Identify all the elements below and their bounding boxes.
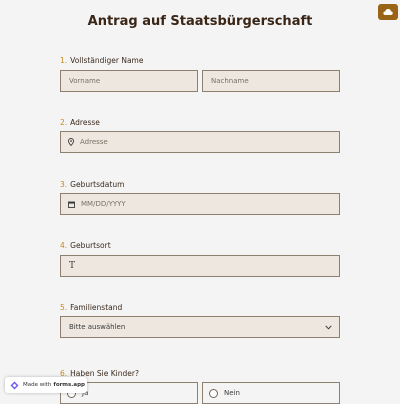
question-label-address: 2. Adresse (60, 118, 100, 127)
radio-option-no[interactable]: Nein (202, 382, 340, 404)
forms-app-logo-icon (10, 381, 19, 390)
question-label-marital-status: 5. Familienstand (60, 303, 123, 312)
question-label-birthdate: 3. Geburtsdatum (60, 180, 125, 189)
radio-circle-icon[interactable] (209, 388, 218, 398)
birthplace-input[interactable]: T (60, 255, 340, 277)
question-label-birthplace: 4. Geburtsort (60, 241, 111, 250)
calendar-icon (68, 201, 75, 208)
marital-status-select[interactable]: Bitte auswählen (60, 316, 340, 338)
address-input[interactable]: Adresse (60, 131, 340, 153)
made-with-badge[interactable]: Made with forms.app (5, 377, 87, 393)
birthdate-input[interactable]: MM/DD/YYYY (60, 193, 340, 215)
page-title: Antrag auf Staatsbürgerschaft (87, 14, 313, 29)
last-name-input[interactable]: Nachname (202, 70, 340, 92)
cloud-icon (383, 9, 393, 15)
chevron-down-icon (325, 324, 332, 330)
theme-button[interactable] (378, 4, 398, 20)
question-label-name: 1. Vollständiger Name (60, 56, 144, 65)
first-name-input[interactable]: Vorname (60, 70, 198, 92)
